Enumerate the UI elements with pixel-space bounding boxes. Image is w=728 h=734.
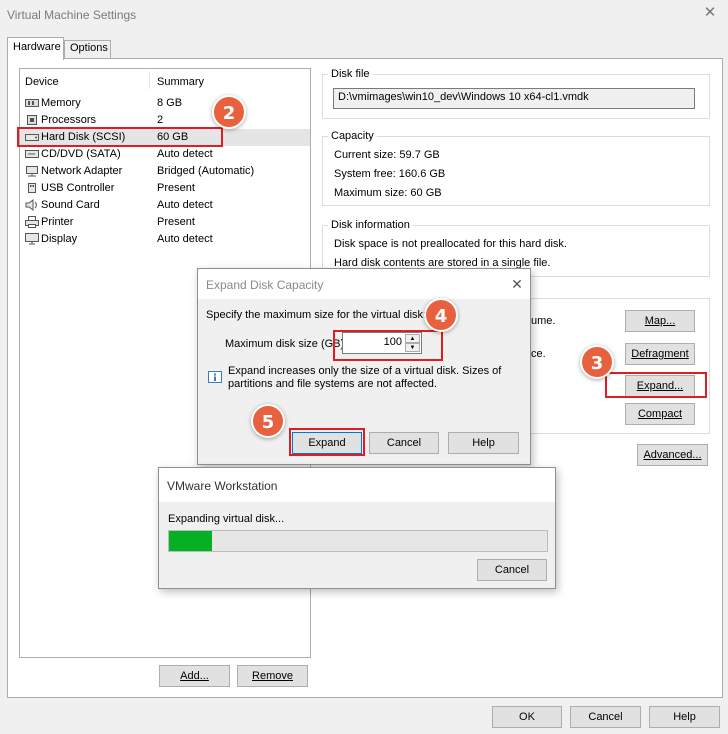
add-device-button[interactable]: Add... xyxy=(159,665,230,687)
device-row-sound-card[interactable]: Sound Card Auto detect xyxy=(20,197,310,214)
device-column-header[interactable]: Device xyxy=(25,76,59,88)
tab-hardware[interactable]: Hardware xyxy=(7,37,64,60)
compact-button-label: Compact xyxy=(637,408,683,420)
defragment-description-tail: ce. xyxy=(531,348,546,360)
disk-file-label: Disk file xyxy=(328,68,373,80)
remove-device-button[interactable]: Remove xyxy=(237,665,308,687)
processor-icon xyxy=(25,114,39,126)
spin-up-button[interactable]: ▲ xyxy=(405,334,420,343)
progress-message: Expanding virtual disk... xyxy=(168,513,285,525)
device-summary: 8 GB xyxy=(157,97,183,109)
callout-badge-3: 3 xyxy=(580,345,614,379)
column-separator[interactable] xyxy=(149,71,150,89)
info-icon xyxy=(208,371,222,383)
display-icon xyxy=(25,233,39,245)
add-device-label: Add... xyxy=(180,670,209,682)
device-name: Memory xyxy=(41,97,81,109)
device-name: Network Adapter xyxy=(41,165,123,177)
progress-cancel-button[interactable]: Cancel xyxy=(477,559,547,581)
dialog-prompt: Specify the maximum size for the virtual… xyxy=(206,309,427,321)
expand-button-label: Expand... xyxy=(636,380,684,392)
progress-bar xyxy=(168,530,548,552)
dialog-cancel-button[interactable]: Cancel xyxy=(369,432,439,454)
expand-disk-capacity-dialog: Expand Disk Capacity ✕ Specify the maxim… xyxy=(197,268,531,465)
vmware-progress-dialog: VMware Workstation Expanding virtual dis… xyxy=(158,467,556,589)
device-summary: Auto detect xyxy=(157,148,213,160)
info-text-line-2: partitions and file systems are not affe… xyxy=(228,378,437,390)
defragment-button[interactable]: Defragment xyxy=(625,343,695,365)
sound-card-icon xyxy=(25,199,39,211)
ok-button[interactable]: OK xyxy=(492,706,562,728)
disk-information-label: Disk information xyxy=(328,219,413,231)
dialog-help-button[interactable]: Help xyxy=(448,432,519,454)
remove-device-label: Remove xyxy=(252,670,293,682)
map-button-label: Map... xyxy=(644,315,676,327)
device-name: Sound Card xyxy=(41,199,100,211)
device-row-printer[interactable]: Printer Present xyxy=(20,214,310,231)
device-name: Processors xyxy=(41,114,97,126)
device-summary: Present xyxy=(157,182,195,194)
printer-icon xyxy=(25,216,39,228)
cd-dvd-icon xyxy=(25,148,39,160)
spin-down-button[interactable]: ▼ xyxy=(405,343,420,352)
device-summary: Auto detect xyxy=(157,233,213,245)
callout-badge-5: 5 xyxy=(251,404,285,438)
hard-disk-icon xyxy=(25,131,39,143)
progress-dialog-title: VMware Workstation xyxy=(167,479,278,493)
memory-icon xyxy=(25,97,39,109)
disk-info-line-1: Disk space is not preallocated for this … xyxy=(334,238,567,250)
capacity-label: Capacity xyxy=(328,130,377,142)
progress-bar-fill xyxy=(169,531,212,551)
cancel-button[interactable]: Cancel xyxy=(570,706,641,728)
device-summary: Present xyxy=(157,216,195,228)
device-summary: 60 GB xyxy=(157,131,189,143)
device-row-cd-dvd[interactable]: CD/DVD (SATA) Auto detect xyxy=(20,146,310,163)
device-name: Display xyxy=(41,233,78,245)
device-name: Hard Disk (SCSI) xyxy=(41,131,126,143)
dialog-close-button[interactable]: ✕ xyxy=(507,274,527,294)
device-summary: Auto detect xyxy=(157,199,213,211)
map-description-tail: ume. xyxy=(531,315,556,327)
dialog-expand-button[interactable]: Expand xyxy=(292,432,362,454)
tab-options[interactable]: Options xyxy=(64,40,111,59)
help-button[interactable]: Help xyxy=(649,706,720,728)
max-size-spinner[interactable]: 100 ▲ ▼ xyxy=(342,332,422,354)
device-row-network-adapter[interactable]: Network Adapter Bridged (Automatic) xyxy=(20,163,310,180)
map-button[interactable]: Map... xyxy=(625,310,695,332)
summary-column-header[interactable]: Summary xyxy=(157,76,204,88)
device-row-usb-controller[interactable]: USB Controller Present xyxy=(20,180,310,197)
max-size-value[interactable]: 100 xyxy=(384,336,402,348)
device-name: Printer xyxy=(41,216,74,228)
network-adapter-icon xyxy=(25,165,39,177)
usb-icon xyxy=(25,182,39,194)
compact-button[interactable]: Compact xyxy=(625,403,695,425)
expand-button[interactable]: Expand... xyxy=(625,375,695,397)
disk-file-path-field[interactable]: D:\vmimages\win10_dev\Windows 10 x64-cl1… xyxy=(333,88,695,109)
window-close-button[interactable]: ✕ xyxy=(699,2,721,24)
callout-badge-4: 4 xyxy=(424,298,458,332)
current-size-text: Current size: 59.7 GB xyxy=(334,149,440,161)
advanced-button-label: Advanced... xyxy=(643,449,702,461)
dialog-title: Expand Disk Capacity xyxy=(206,278,324,292)
device-row-hard-disk[interactable]: Hard Disk (SCSI) 60 GB xyxy=(20,129,310,146)
max-size-label: Maximum disk size (GB) xyxy=(225,338,345,350)
info-text-line-1: Expand increases only the size of a virt… xyxy=(228,365,502,377)
defragment-button-label: Defragment xyxy=(631,348,689,360)
device-row-display[interactable]: Display Auto detect xyxy=(20,231,310,248)
maximum-size-text: Maximum size: 60 GB xyxy=(334,187,442,199)
device-summary: Bridged (Automatic) xyxy=(157,165,255,177)
callout-badge-2: 2 xyxy=(212,95,246,129)
device-name: CD/DVD (SATA) xyxy=(41,148,121,160)
device-row-memory[interactable]: Memory 8 GB xyxy=(20,95,310,112)
device-row-processors[interactable]: Processors 2 xyxy=(20,112,310,129)
device-name: USB Controller xyxy=(41,182,115,194)
window-title: Virtual Machine Settings xyxy=(7,8,137,22)
advanced-button[interactable]: Advanced... xyxy=(637,444,708,466)
device-summary: 2 xyxy=(157,114,164,126)
system-free-text: System free: 160.6 GB xyxy=(334,168,446,180)
